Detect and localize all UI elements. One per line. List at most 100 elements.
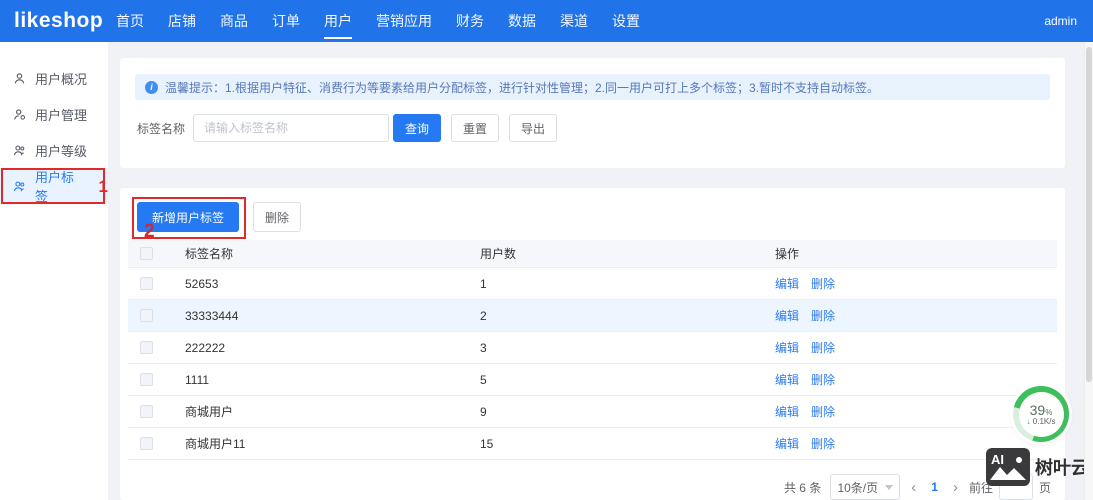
table-row: 33333444 2 编辑 删除 (128, 300, 1057, 332)
table-header: 标签名称 用户数 操作 (128, 240, 1057, 268)
user-level-icon (13, 145, 25, 155)
watermark-brand-text: 树叶云 (1035, 458, 1089, 478)
user-tag-icon (13, 181, 25, 191)
edit-link[interactable]: 编辑 (775, 373, 799, 387)
delete-link[interactable]: 删除 (811, 437, 835, 451)
edit-link[interactable]: 编辑 (775, 341, 799, 355)
app-logo: likeshop (14, 9, 104, 32)
sidebar-item-user-management[interactable]: 用户管理 (0, 96, 108, 132)
account-menu[interactable]: admin (1044, 14, 1093, 28)
edit-link[interactable]: 编辑 (775, 405, 799, 419)
main-content: i 温馨提示：1.根据用户特征、消费行为等要素给用户分配标签，进行针对性管理；2… (108, 42, 1093, 500)
nav-item-users[interactable]: 用户 (312, 0, 364, 42)
nav-item-settings[interactable]: 设置 (600, 0, 652, 42)
table-card: 新增用户标签 2 删除 标签名称 用户数 操作 52653 1 编辑 删除 333 (120, 188, 1065, 500)
top-navbar: likeshop 首页 店铺 商品 订单 用户 营销应用 财务 数据 渠道 设置… (0, 0, 1093, 42)
watermark: AI 树叶云 (986, 448, 1089, 486)
svg-text:AI: AI (991, 452, 1004, 467)
prev-page-button[interactable]: ‹ (909, 480, 918, 495)
edit-link[interactable]: 编辑 (775, 277, 799, 291)
tag-name-cell: 1111 (185, 372, 210, 387)
scrollbar-track[interactable] (1084, 42, 1093, 500)
network-speed-widget[interactable]: 39% ↓ 0.1K/s (1013, 386, 1069, 442)
table-row: 商城用户11 15 编辑 删除 (128, 428, 1057, 460)
search-button[interactable]: 查询 (393, 114, 442, 142)
user-count-cell: 2 (480, 308, 487, 323)
row-checkbox[interactable] (140, 437, 153, 450)
page-size-value: 10条/页 (837, 480, 879, 495)
edit-link[interactable]: 编辑 (775, 437, 799, 451)
annotation-marker-1: 1 (98, 176, 108, 196)
tag-name-input[interactable] (193, 114, 390, 142)
user-count-cell: 5 (480, 372, 487, 387)
sidebar-item-label: 用户标签 (35, 170, 75, 204)
sidebar-item-user-level[interactable]: 用户等级 (0, 132, 108, 168)
delete-link[interactable]: 删除 (811, 277, 835, 291)
user-count-cell: 1 (480, 276, 487, 291)
nav-item-marketing[interactable]: 营销应用 (364, 0, 444, 42)
add-button-wrapper: 新增用户标签 2 (132, 197, 247, 241)
row-checkbox[interactable] (140, 277, 153, 290)
row-checkbox[interactable] (140, 405, 153, 418)
delete-selected-button[interactable]: 删除 (253, 202, 302, 232)
chevron-down-icon (885, 484, 894, 490)
reset-button[interactable]: 重置 (451, 114, 500, 142)
sidebar-item-label: 用户等级 (35, 143, 88, 159)
user-count-cell: 15 (480, 436, 494, 451)
export-button[interactable]: 导出 (509, 114, 558, 142)
nav-item-data[interactable]: 数据 (496, 0, 548, 42)
select-all-checkbox[interactable] (140, 247, 153, 260)
notice-banner: i 温馨提示：1.根据用户特征、消费行为等要素给用户分配标签，进行针对性管理；2… (135, 74, 1050, 100)
current-page-button[interactable]: 1 (927, 480, 942, 494)
filter-card: i 温馨提示：1.根据用户特征、消费行为等要素给用户分配标签，进行针对性管理；2… (120, 58, 1065, 168)
download-speed: ↓ 0.1K/s (1026, 416, 1056, 426)
delete-link[interactable]: 删除 (811, 309, 835, 323)
row-checkbox[interactable] (140, 341, 153, 354)
scrollbar-thumb[interactable] (1086, 47, 1092, 382)
sidebar: 用户概况 用户管理 用户等级 用户标签 1 (0, 42, 108, 500)
row-checkbox[interactable] (140, 373, 153, 386)
total-count-text: 共 6 条 (783, 480, 822, 495)
nav-item-home[interactable]: 首页 (104, 0, 156, 42)
nav-item-finance[interactable]: 财务 (444, 0, 496, 42)
sidebar-item-user-tags[interactable]: 用户标签 1 (0, 168, 108, 204)
table-row: 1111 5 编辑 删除 (128, 364, 1057, 396)
delete-link[interactable]: 删除 (811, 405, 835, 419)
nav-item-goods[interactable]: 商品 (208, 0, 260, 42)
sidebar-item-label: 用户概况 (35, 71, 88, 87)
sidebar-item-label: 用户管理 (35, 107, 88, 123)
next-page-button[interactable]: › (951, 480, 960, 495)
table-row: 222222 3 编辑 删除 (128, 332, 1057, 364)
page-size-select[interactable]: 10条/页 (830, 474, 901, 500)
row-checkbox[interactable] (140, 309, 153, 322)
add-user-tag-button[interactable]: 新增用户标签 (137, 202, 240, 232)
network-speed-inner: 39% ↓ 0.1K/s (1018, 391, 1064, 437)
column-header-tag-name: 标签名称 (185, 247, 234, 261)
table-toolbar: 新增用户标签 2 删除 (132, 197, 302, 241)
tag-name-cell: 52653 (185, 276, 219, 291)
tag-name-label: 标签名称 (137, 121, 186, 136)
user-tags-table: 标签名称 用户数 操作 52653 1 编辑 删除 33333444 2 编辑 删除… (128, 240, 1057, 460)
user-count-cell: 9 (480, 404, 487, 419)
table-row: 商城用户 9 编辑 删除 (128, 396, 1057, 428)
nav-item-channel[interactable]: 渠道 (548, 0, 600, 42)
user-manage-icon (14, 108, 26, 120)
user-icon (14, 72, 25, 84)
table-row: 52653 1 编辑 删除 (128, 268, 1057, 300)
ai-photo-logo-icon: AI (986, 448, 1030, 486)
main-menu: 首页 店铺 商品 订单 用户 营销应用 财务 数据 渠道 设置 (104, 0, 652, 42)
delete-link[interactable]: 删除 (811, 341, 835, 355)
nav-item-orders[interactable]: 订单 (260, 0, 312, 42)
delete-link[interactable]: 删除 (811, 373, 835, 387)
filter-form: 标签名称 查询 重置 导出 (137, 114, 558, 142)
tag-name-cell: 商城用户11 (185, 437, 246, 451)
column-header-user-count: 用户数 (480, 247, 517, 261)
info-icon: i (145, 80, 158, 94)
user-count-cell: 3 (480, 340, 487, 355)
nav-item-shop[interactable]: 店铺 (156, 0, 208, 42)
edit-link[interactable]: 编辑 (775, 309, 799, 323)
sidebar-item-user-overview[interactable]: 用户概况 (0, 60, 108, 96)
tag-name-cell: 222222 (185, 340, 226, 355)
notice-text: 温馨提示：1.根据用户特征、消费行为等要素给用户分配标签，进行针对性管理；2.同… (165, 80, 880, 95)
down-arrow-icon: ↓ (1026, 416, 1031, 426)
